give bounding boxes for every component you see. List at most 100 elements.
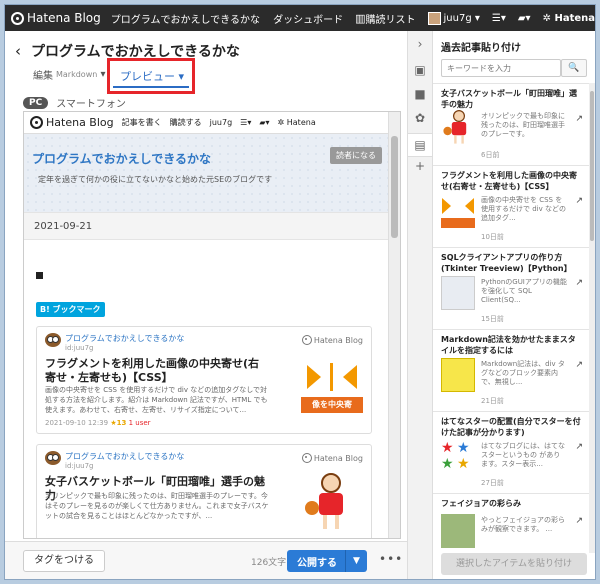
hatena-logo-icon	[301, 453, 312, 463]
owl-avatar-icon	[45, 451, 61, 465]
card-brand: Hatena Blog	[301, 453, 363, 463]
external-link-icon[interactable]: ↗	[575, 360, 583, 370]
blog-title[interactable]: プログラムでおかえしできるかな	[32, 150, 211, 167]
external-link-icon[interactable]: ↗	[575, 278, 583, 288]
preview-scrollbar[interactable]	[388, 112, 400, 538]
preview-subscribe-link[interactable]: 購読する	[170, 117, 202, 128]
add-tag-button[interactable]: タグをつける	[23, 550, 105, 572]
list-item[interactable]: フェイジョアの彩らみ やっとフェイジョアの彩らみが観察できます。 ... ↗	[433, 493, 589, 553]
device-smartphone-toggle[interactable]: スマートフォン	[56, 95, 126, 110]
external-link-icon[interactable]: ↗	[575, 442, 583, 452]
markdown-style-thumbnail	[441, 358, 475, 392]
global-header: Hatena Blog プログラムでおかえしできるかな 独自ドメイン無料 ダッシ…	[5, 5, 595, 31]
device-pc-toggle[interactable]: PC	[23, 96, 49, 109]
arrow-left-icon	[343, 365, 357, 389]
hatena-blog-logo[interactable]: Hatena Blog	[11, 11, 101, 25]
star-icon: ★	[457, 456, 470, 472]
gear-icon[interactable]: ✿	[408, 111, 432, 125]
reader-button[interactable]: 読者になる	[330, 147, 382, 164]
card-brand: Hatena Blog	[301, 335, 363, 345]
sidebar-rail: › ▣ ■ ✿ ▤ +	[407, 31, 433, 579]
search-icon: 🔍	[568, 63, 580, 73]
reading-list-icon: ▥	[355, 11, 366, 25]
hatena-link[interactable]: ✲ Hatena	[543, 13, 595, 24]
preview-frame: Hatena Blog 記事を書く 購読する juu7g ☰▾ ▰▾ ✲ Hat…	[23, 111, 401, 539]
panel-title: 過去記事貼り付け	[441, 43, 521, 54]
hatena-logo-icon	[30, 116, 43, 129]
active-tab-indicator	[113, 86, 189, 88]
embed-card[interactable]: プログラムでおかえしできるかな id:juu7g Hatena Blog フラグ…	[36, 326, 372, 434]
preview-hatena-link[interactable]: ✲ Hatena	[278, 118, 316, 127]
preview-user[interactable]: juu7g	[210, 118, 233, 127]
collapse-chevron-icon[interactable]: ›	[408, 37, 432, 51]
external-link-icon[interactable]: ↗	[575, 196, 583, 206]
header-promo[interactable]: プログラムでおかえしできるかな 独自ドメイン無料	[111, 11, 261, 26]
tab-preview[interactable]: プレビュー ▾	[107, 58, 195, 94]
plus-icon[interactable]: +	[408, 159, 432, 173]
publish-button[interactable]: 公開する ▼	[287, 550, 367, 572]
external-link-icon[interactable]: ↗	[575, 516, 583, 526]
tab-edit[interactable]: 編集 Markdown ▾	[33, 67, 106, 82]
folder-icon[interactable]: ■	[408, 87, 432, 101]
star-icon: ★	[441, 440, 454, 456]
card-excerpt: 画像の中央寄せを CSS を使用するだけで div などの追加タグなしで対処する…	[45, 386, 268, 414]
list-item[interactable]: SQLクライアントアプリの作り方(Tkinter Treeview)【Pytho…	[433, 247, 589, 327]
card-excerpt: オリンピックで最も印象に残ったのは、町田瑠唯選手のプレーです。今はそのプレーを見…	[45, 492, 269, 520]
article-list: 女子バスケットボール「町田瑠唯」選手の魅力 オリンピックで最も印象に残ったのは、…	[433, 83, 589, 553]
basketball-girl-image	[441, 110, 477, 145]
blog-description: 定年を過ぎて何かの役に立てないかなと始めた元SEのブログです	[38, 175, 273, 184]
device-switcher: PC スマートフォン	[23, 95, 126, 110]
preview-header: Hatena Blog 記事を書く 購読する juu7g ☰▾ ▰▾ ✲ Hat…	[24, 112, 390, 134]
chevron-down-icon: ▾	[471, 12, 480, 24]
notifications-button[interactable]: ▰▾	[518, 13, 531, 24]
hatena-star-icon: ✲	[542, 12, 555, 24]
editor-footer: タグをつける 126文字 公開する ▼ •••	[5, 541, 407, 579]
basketball-girl-image	[301, 473, 363, 531]
paste-selected-button[interactable]: 選択したアイテムを貼り付け	[441, 553, 587, 575]
more-options-button[interactable]: •••	[379, 552, 403, 566]
chevron-down-icon[interactable]: ▼	[345, 550, 367, 572]
stars-thumbnail: ★ ★ ★ ★	[441, 440, 475, 474]
blog-header: プログラムでおかえしできるかな 読者になる 定年を過ぎて何かの役に立てないかなと…	[24, 134, 390, 212]
preview-logo: Hatena Blog	[30, 116, 114, 129]
avatar	[427, 11, 441, 25]
card-meta: 2021-09-10 12:39 ★13 1 user	[45, 419, 151, 427]
hatena-logo-icon	[301, 335, 312, 345]
preview-body: 2021-09-21 B! ブックマーク プログラムでおかえしできるかな id:…	[24, 212, 390, 538]
bookmark-badge[interactable]: B! ブックマーク	[36, 302, 105, 317]
char-count: 126文字	[251, 558, 287, 568]
comment-icon[interactable]: ▰▾	[259, 118, 269, 127]
preview-write-link[interactable]: 記事を書く	[122, 117, 162, 128]
user-menu[interactable]: juu7g ▾	[427, 11, 480, 25]
star-icon: ★	[457, 440, 470, 456]
sql-client-screenshot	[441, 276, 475, 310]
list-item[interactable]: 女子バスケットボール「町田瑠唯」選手の魅力 オリンピックで最も印象に残ったのは、…	[433, 83, 589, 163]
comment-icon: ▰▾	[517, 12, 531, 24]
card-thumbnail: 像を中央寄	[301, 355, 363, 413]
search-button[interactable]: 🔍	[561, 59, 587, 77]
reading-list-link[interactable]: ▥ 購読リスト	[355, 11, 415, 26]
article-list-scrollbar[interactable]	[589, 83, 595, 553]
list-item[interactable]: はてなスターの配置(自分でスターを付けた記事が分かります) ★ ★ ★ ★ はて…	[433, 411, 589, 491]
card-source: プログラムでおかえしできるかな id:juu7g	[45, 333, 184, 352]
photo-icon[interactable]: ▣	[408, 63, 432, 77]
embed-card[interactable]: プログラムでおかえしできるかな id:juu7g Hatena Blog 女子バ…	[36, 444, 372, 538]
back-chevron-icon[interactable]: ‹	[15, 42, 21, 60]
menu-button[interactable]: ☰▾	[492, 13, 506, 24]
dashboard-link[interactable]: ダッシュボード	[273, 11, 343, 26]
card-source: プログラムでおかえしできるかな id:juu7g	[45, 451, 184, 470]
list-item[interactable]: Markdown記法を効かせたままスタイルを指定するには Markdown記法は…	[433, 329, 589, 409]
card-title[interactable]: フラグメントを利用した画像の中央寄せ(右寄せ・左寄せも)【CSS】	[45, 357, 270, 385]
editor-panel: ‹ プログラムでおかえしできるかな 編集 Markdown ▾ プレビュー ▾ …	[5, 31, 407, 579]
menu-icon[interactable]: ☰▾	[240, 118, 251, 127]
list-item[interactable]: フラグメントを利用した画像の中央寄せ(右寄せ・左寄せも)【CSS】 画像の中央寄…	[433, 165, 589, 245]
chevron-down-icon: ▾	[175, 70, 185, 83]
menu-icon: ☰▾	[491, 12, 506, 24]
keyword-search-input[interactable]	[441, 59, 561, 77]
entry-date[interactable]: 2021-09-21	[24, 212, 390, 240]
center-align-thumbnail	[441, 194, 475, 228]
past-articles-panel: 過去記事貼り付け 🔍 女子バスケットボール「町田瑠唯」選手の魅力 オリンピックで…	[433, 31, 595, 579]
app-window: Hatena Blog プログラムでおかえしできるかな 独自ドメイン無料 ダッシ…	[4, 4, 596, 580]
past-articles-icon[interactable]: ▤	[408, 133, 432, 157]
external-link-icon[interactable]: ↗	[575, 114, 583, 124]
